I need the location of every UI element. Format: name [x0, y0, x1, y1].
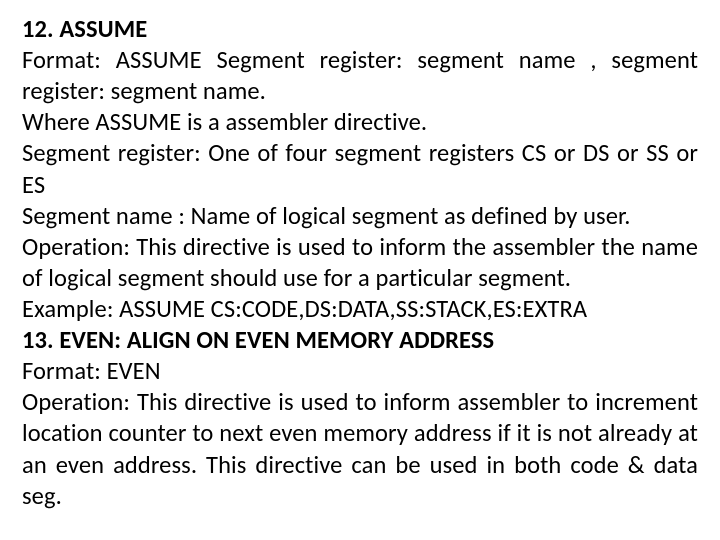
heading-13: 13. EVEN: ALIGN ON EVEN MEMORY ADDRESS: [22, 325, 698, 356]
format-line-13: Format: EVEN: [22, 356, 698, 387]
segname-line-12: Segment name : Name of logical segment a…: [22, 201, 698, 232]
operation-line-12: Operation: This directive is used to inf…: [22, 232, 698, 294]
operation-line-13: Operation: This directive is used to inf…: [22, 387, 698, 511]
document-page: 12. ASSUME Format: ASSUME Segment regist…: [0, 0, 720, 512]
where-line-12: Where ASSUME is a assembler directive.: [22, 107, 698, 138]
format-line-12: Format: ASSUME Segment register: segment…: [22, 45, 698, 107]
example-line-12: Example: ASSUME CS:CODE,DS:DATA,SS:STACK…: [22, 294, 698, 325]
heading-12: 12. ASSUME: [22, 14, 698, 45]
segreg-line-12: Segment register: One of four segment re…: [22, 138, 698, 200]
